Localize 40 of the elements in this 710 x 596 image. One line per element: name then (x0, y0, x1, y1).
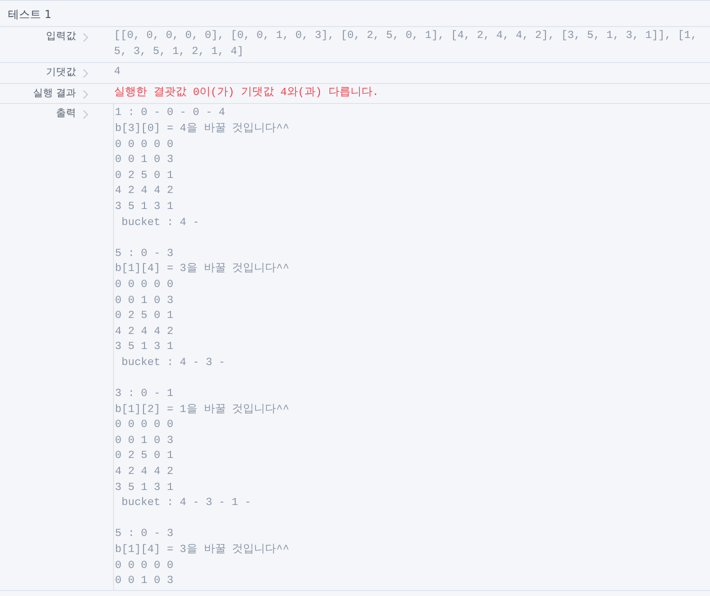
output-line: 5 : 0 - 3 (115, 246, 174, 262)
row-value: 4 (113, 65, 122, 80)
output-line: b[1][2] = 1을 바꿀 것입니다^^ (115, 402, 290, 418)
output-line: b[3][0] = 4을 바꿀 것입니다^^ (115, 122, 290, 137)
output-line: 0 0 0 0 0 (115, 278, 174, 293)
output-line: 0 0 0 0 0 (115, 138, 174, 153)
test-title: 테스트 1 (0, 1, 710, 27)
chevron-icon (83, 33, 88, 42)
output-line: 1 : 0 - 0 - 0 - 4 (115, 106, 226, 122)
output-line: 0 0 1 0 3 (115, 153, 174, 168)
chevron-icon (83, 90, 88, 99)
output-line: bucket : 4 - 3 - (120, 356, 226, 371)
row-value: [[0, 0, 0, 0, 0], [0, 0, 1, 0, 3], [0, 2, 5, 0, 1], [4, 2, 4, 4, 2], [3, 5, 1, 3, 1]], [1, 5, 3, 5, 1, 2, 1, 4] (113, 29, 698, 60)
output-line: bucket : 4 - (120, 216, 200, 231)
output-line: b[1][4] = 3을 바꿀 것입니다^^ (115, 262, 290, 278)
output-line: 4 2 4 4 2 (115, 184, 174, 200)
output-line: 3 : 0 - 1 (115, 387, 174, 402)
output-line: bucket : 4 - 3 - 1 - (120, 496, 252, 512)
output-line: 3 5 1 3 1 (115, 340, 174, 356)
output-line: 0 0 1 0 3 (115, 434, 174, 449)
output-line: 4 2 4 4 2 (115, 465, 174, 480)
output-line: 3 5 1 3 1 (115, 200, 174, 215)
output-line: 0 2 5 0 1 (115, 168, 174, 184)
output-line: 0 0 0 0 0 (115, 418, 174, 434)
output-line: 0 2 5 0 1 (115, 309, 174, 324)
row-label: 입력값 (46, 31, 76, 43)
output-line: 5 : 0 - 3 (115, 527, 174, 542)
output-line: 0 0 0 0 0 (115, 558, 174, 574)
output-line: 0 0 1 0 3 (115, 294, 174, 308)
output-line: 4 2 4 4 2 (115, 324, 174, 340)
output-line: 3 5 1 3 1 (115, 480, 174, 496)
output-line: 0 2 5 0 1 (115, 449, 174, 464)
chevron-icon (83, 69, 88, 78)
output-line: 0 0 1 0 3 (115, 574, 174, 590)
result-message: 실행한 결괏값 0이(가) 기댓값 4와(과) 다릅니다. (113, 86, 380, 101)
output-line: b[1][4] = 3을 바꿀 것입니다^^ (115, 543, 290, 558)
chevron-icon (83, 110, 88, 120)
row-label: 기댓값 (46, 67, 76, 80)
row-label: 출력 (56, 108, 76, 120)
row-label: 실행 결과 (32, 88, 76, 100)
